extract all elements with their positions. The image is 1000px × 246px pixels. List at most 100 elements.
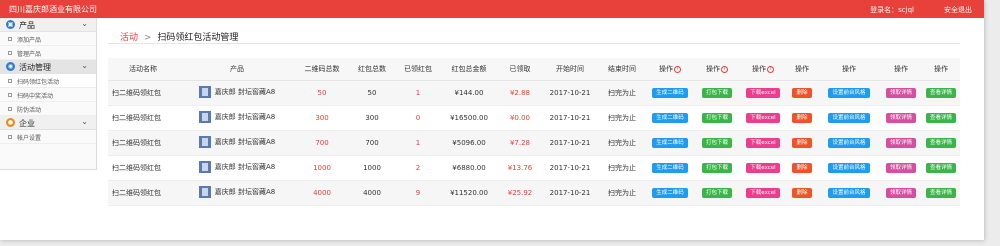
logout-link[interactable]: 安全退出 [944,5,972,15]
delete-button[interactable]: 删除 [792,112,812,123]
square-icon [8,107,12,111]
table-row: 扫二维码领红包 嘉庆郎 封坛窖藏A8 300 300 0 ¥16500.00 ¥0.00 20… [108,105,960,131]
cell-end-time: 扫完为止 [598,180,646,206]
sidebar-item-manage-product[interactable]: 管理产品 [0,46,96,60]
help-icon[interactable]: ? [721,65,728,73]
sidebar-section-label: 企业 [19,119,35,128]
cell-action: 删除 [786,80,818,106]
cell-action: 下载excel [740,155,786,181]
square-icon [8,51,12,55]
view-detail-button[interactable]: 查看详情 [925,187,956,198]
app-window: 四川嘉庆郎酒业有限公司 登录名：scjql 安全退出 ▣ 产品 ⌄ 添加产品 管… [0,0,984,240]
sidebar-item-scan-redpacket[interactable]: 扫码领红包活动 [0,74,96,88]
cell-action: 打包下载 [694,80,740,106]
cell-action: 设置前台风格 [818,155,880,181]
sidebar-section-enterprise[interactable]: ● 企业 ⌄ [0,116,96,130]
cell-action: 生成二维码 [646,180,694,206]
cell-hb-claimed: 1 [396,80,440,106]
pack-download-button[interactable]: 打包下载 [701,187,732,198]
main-content: 活动 > 扫码领红包活动管理 活动名称 产品 二维码总数 红包总数 已领红包 红… [108,26,960,206]
cell-product: 嘉庆郎 封坛窖藏A8 [178,80,296,106]
delete-button[interactable]: 删除 [792,87,812,98]
cell-action: 查看详情 [922,80,960,106]
cell-claimed-amount: ¥7.28 [498,130,542,156]
view-detail-button[interactable]: 查看详情 [925,112,956,123]
cell-hb-claimed: 9 [396,180,440,206]
claim-detail-button[interactable]: 领取详情 [885,87,916,98]
generate-qr-button[interactable]: 生成二维码 [652,187,688,198]
sidebar-item-account-settings[interactable]: 帐户设置 [0,130,96,144]
claim-detail-button[interactable]: 领取详情 [885,187,916,198]
col-header: 红包总金额 [440,58,498,81]
cell-action: 领取详情 [880,180,922,206]
sidebar-item-label: 添加产品 [17,37,42,44]
login-name: 登录名：scjql [870,6,914,14]
delete-button[interactable]: 删除 [792,187,812,198]
set-style-button[interactable]: 设置前台风格 [828,137,870,148]
pack-download-button[interactable]: 打包下载 [701,87,732,98]
claim-detail-button[interactable]: 领取详情 [885,162,916,173]
sidebar-section-label: 活动管理 [19,63,51,72]
cell-hb-claimed: 2 [396,155,440,181]
table-body: 扫二维码领红包 嘉庆郎 封坛窖藏A8 50 50 1 ¥144.00 ¥2.88 2017-1… [108,80,960,206]
download-excel-button[interactable]: 下载excel [746,137,780,148]
pack-download-button[interactable]: 打包下载 [701,162,732,173]
set-style-button[interactable]: 设置前台风格 [828,87,870,98]
help-icon[interactable]: ? [767,65,774,73]
view-detail-button[interactable]: 查看详情 [925,87,956,98]
sidebar-item-anti-fake[interactable]: 防伪活动 [0,102,96,116]
pack-download-button[interactable]: 打包下载 [701,137,732,148]
sidebar-section-activity[interactable]: ◉ 活动管理 ⌄ [0,60,96,74]
delete-button[interactable]: 删除 [792,137,812,148]
table-header-row: 活动名称 产品 二维码总数 红包总数 已领红包 红包总金额 已领取 开始时间 结… [108,58,960,81]
cell-product: 嘉庆郎 封坛窖藏A8 [178,155,296,181]
set-style-button[interactable]: 设置前台风格 [828,162,870,173]
download-excel-button[interactable]: 下载excel [746,162,780,173]
cell-hb-total: 1000 [348,155,396,181]
cell-start-time: 2017-10-21 [542,130,598,156]
claim-detail-button[interactable]: 领取详情 [885,112,916,123]
download-excel-button[interactable]: 下载excel [746,87,780,98]
pack-download-button[interactable]: 打包下载 [701,112,732,123]
cell-start-time: 2017-10-21 [542,180,598,206]
set-style-button[interactable]: 设置前台风格 [828,112,870,123]
generate-qr-button[interactable]: 生成二维码 [652,162,688,173]
generate-qr-button[interactable]: 生成二维码 [652,87,688,98]
set-style-button[interactable]: 设置前台风格 [828,187,870,198]
cell-qr-total: 4000 [296,180,348,206]
col-header: 操作 [880,58,922,81]
download-excel-button[interactable]: 下载excel [746,187,780,198]
claim-detail-button[interactable]: 领取详情 [885,137,916,148]
cell-claimed-amount: ¥25.92 [498,180,542,206]
cell-action: 打包下载 [694,155,740,181]
breadcrumb-parent[interactable]: 活动 [120,33,138,43]
col-header: 操作 [818,58,880,81]
view-detail-button[interactable]: 查看详情 [925,162,956,173]
square-icon [8,93,12,97]
cell-hb-claimed: 0 [396,105,440,131]
cell-action: 删除 [786,180,818,206]
activity-icon: ◉ [6,62,15,71]
sidebar-item-label: 扫码领红包活动 [17,79,60,86]
sidebar-item-add-product[interactable]: 添加产品 [0,32,96,46]
download-excel-button[interactable]: 下载excel [746,112,780,123]
square-icon [8,135,12,139]
sidebar-section-product[interactable]: ▣ 产品 ⌄ [0,18,96,32]
cell-action: 设置前台风格 [818,180,880,206]
generate-qr-button[interactable]: 生成二维码 [652,137,688,148]
delete-button[interactable]: 删除 [792,162,812,173]
generate-qr-button[interactable]: 生成二维码 [652,112,688,123]
view-detail-button[interactable]: 查看详情 [925,137,956,148]
cell-action: 查看详情 [922,180,960,206]
cell-start-time: 2017-10-21 [542,105,598,131]
cell-end-time: 扫完为止 [598,80,646,106]
help-icon[interactable]: ? [674,65,681,73]
cell-end-time: 扫完为止 [598,130,646,156]
cell-action: 领取详情 [880,80,922,106]
sidebar-item-scan-prize[interactable]: 扫码中奖活动 [0,88,96,102]
square-icon [8,79,12,83]
cell-action: 领取详情 [880,130,922,156]
product-thumbnail [198,185,211,198]
cell-activity-name: 扫二维码领红包 [108,105,178,131]
cell-hb-total: 300 [348,105,396,131]
